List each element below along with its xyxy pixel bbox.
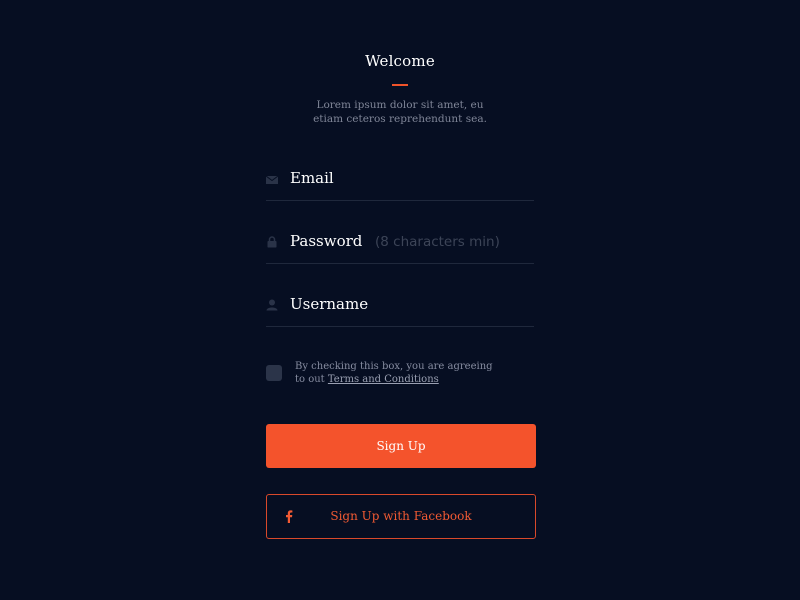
password-hint: (8 characters min) xyxy=(375,234,500,250)
terms-line-2: to out Terms and Conditions xyxy=(295,373,515,386)
sign-up-button[interactable]: Sign Up xyxy=(266,424,536,468)
lock-icon xyxy=(266,236,280,250)
username-label: Username xyxy=(290,295,369,313)
page-title: Welcome xyxy=(365,52,435,70)
page-subtitle: Lorem ipsum dolor sit amet, eu etiam cet… xyxy=(250,98,550,126)
terms-and-conditions-link[interactable]: Terms and Conditions xyxy=(328,374,439,385)
email-label: Email xyxy=(290,169,334,187)
sign-up-with-facebook-button[interactable]: Sign Up with Facebook xyxy=(266,494,536,539)
user-icon xyxy=(266,299,280,313)
facebook-button-label: Sign Up with Facebook xyxy=(330,509,472,523)
title-accent-divider xyxy=(392,84,408,86)
terms-prefix: to out xyxy=(295,374,328,385)
subtitle-line-2: etiam ceteros reprehendunt sea. xyxy=(313,113,487,125)
password-label: Password xyxy=(290,232,363,250)
terms-line-1: By checking this box, you are agreeing xyxy=(295,361,493,372)
password-field[interactable]: Password (8 characters min) xyxy=(266,223,534,264)
signup-screen: Welcome Lorem ipsum dolor sit amet, eu e… xyxy=(0,0,800,600)
terms-checkbox[interactable] xyxy=(266,365,282,381)
username-field[interactable]: Username xyxy=(266,286,534,327)
envelope-icon xyxy=(266,173,280,187)
terms-text: By checking this box, you are agreeing t… xyxy=(295,360,515,386)
email-field[interactable]: Email xyxy=(266,160,534,201)
subtitle-line-1: Lorem ipsum dolor sit amet, eu xyxy=(316,99,484,111)
